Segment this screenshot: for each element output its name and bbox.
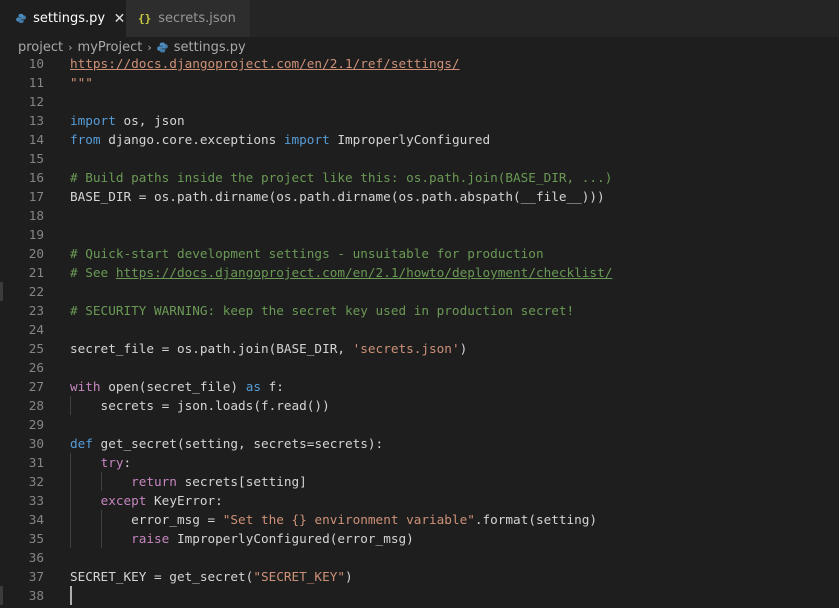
code-line[interactable]: 34 error_msg = "Set the {} environment v… bbox=[0, 510, 839, 529]
code-text: BASE_DIR = os.path.dirname(os.path.dirna… bbox=[70, 189, 605, 204]
line-number: 22 bbox=[28, 284, 44, 299]
python-icon bbox=[157, 42, 168, 52]
line-number: 31 bbox=[28, 455, 44, 470]
line-number: 29 bbox=[28, 417, 44, 432]
chevron-right-icon: › bbox=[147, 40, 152, 54]
code-text: SECRET_KEY = get_secret("SECRET_KEY") bbox=[70, 569, 353, 584]
code-line[interactable]: 29 bbox=[0, 415, 839, 434]
code-text: # Build paths inside the project like th… bbox=[70, 170, 613, 185]
code-line[interactable]: 24 bbox=[0, 320, 839, 339]
code-line[interactable]: 28 secrets = json.loads(f.read()) bbox=[0, 396, 839, 415]
code-line[interactable]: 14 from django.core.exceptions import Imp… bbox=[0, 130, 839, 149]
line-number: 35 bbox=[28, 531, 44, 546]
code-line[interactable]: 30 def get_secret(setting, secrets=secret… bbox=[0, 434, 839, 453]
line-number: 23 bbox=[28, 303, 44, 318]
close-icon[interactable]: ✕ bbox=[113, 11, 126, 27]
line-number: 20 bbox=[28, 246, 44, 261]
json-icon: {} bbox=[138, 12, 152, 25]
line-number: 15 bbox=[28, 151, 44, 166]
line-number: 38 bbox=[28, 588, 44, 603]
code-text: secrets = json.loads(f.read()) bbox=[70, 398, 330, 413]
code-text: def get_secret(setting, secrets=secrets)… bbox=[70, 436, 384, 451]
code-line[interactable]: 32 return secrets[setting] bbox=[0, 472, 839, 491]
code-line[interactable]: 27 with open(secret_file) as f: bbox=[0, 377, 839, 396]
text-cursor bbox=[70, 586, 72, 605]
line-number: 10 bbox=[28, 56, 44, 71]
indent-guide bbox=[70, 396, 71, 415]
code-line[interactable]: 16 # Build paths inside the project like … bbox=[0, 168, 839, 187]
code-line[interactable]: 37 SECRET_KEY = get_secret("SECRET_KEY") bbox=[0, 567, 839, 586]
code-text: return secrets[setting] bbox=[131, 474, 307, 489]
code-line[interactable]: 25 secret_file = os.path.join(BASE_DIR, '… bbox=[0, 339, 839, 358]
code-text: secret_file = os.path.join(BASE_DIR, 'se… bbox=[70, 341, 468, 356]
line-number: 19 bbox=[28, 227, 44, 242]
line-number: 24 bbox=[28, 322, 44, 337]
indent-guide bbox=[100, 510, 102, 548]
line-number: 14 bbox=[28, 132, 44, 147]
line-number: 30 bbox=[28, 436, 44, 451]
code-text: https://docs.djangoproject.com/en/2.1/re… bbox=[70, 56, 460, 71]
chevron-right-icon: › bbox=[68, 40, 73, 54]
line-number: 27 bbox=[28, 379, 44, 394]
code-text: try: bbox=[100, 455, 132, 470]
code-text: # SECURITY WARNING: keep the secret key … bbox=[70, 303, 575, 318]
code-line[interactable]: 19 bbox=[0, 225, 839, 244]
python-icon bbox=[16, 13, 26, 24]
line-number: 26 bbox=[28, 360, 44, 375]
code-line[interactable]: 18 bbox=[0, 206, 839, 225]
code-line[interactable]: 20 # Quick-start development settings - u… bbox=[0, 244, 839, 263]
tab-label: secrets.json bbox=[158, 11, 236, 26]
line-number: 32 bbox=[28, 474, 44, 489]
tab-label: settings.py bbox=[33, 11, 106, 26]
breadcrumb-item-project[interactable]: project bbox=[18, 40, 63, 55]
tab-settings-py[interactable]: settings.py ✕ bbox=[0, 0, 126, 37]
line-number: 28 bbox=[28, 398, 44, 413]
code-line[interactable]: 36 bbox=[0, 548, 839, 567]
indent-guide bbox=[100, 472, 102, 491]
code-line[interactable]: 21 # See https://docs.djangoproject.com/e… bbox=[0, 263, 839, 282]
code-line[interactable]: 17 BASE_DIR = os.path.dirname(os.path.dir… bbox=[0, 187, 839, 206]
code-line[interactable]: 12 bbox=[0, 92, 839, 111]
line-number: 16 bbox=[28, 170, 44, 185]
code-line[interactable]: 15 bbox=[0, 149, 839, 168]
line-number: 37 bbox=[28, 569, 44, 584]
tab-secrets-json[interactable]: {} secrets.json bbox=[126, 0, 250, 37]
line-number: 13 bbox=[28, 113, 44, 128]
code-text: except KeyError: bbox=[100, 493, 223, 508]
gutter-marker bbox=[0, 282, 3, 301]
code-text: import os, json bbox=[70, 113, 185, 128]
line-number: 11 bbox=[28, 75, 44, 90]
code-text: with open(secret_file) as f: bbox=[70, 379, 284, 394]
line-number: 34 bbox=[28, 512, 44, 527]
code-text: """ bbox=[70, 75, 93, 90]
code-text: error_msg = "Set the {} environment vari… bbox=[70, 512, 598, 527]
gutter-marker bbox=[0, 586, 3, 605]
line-number: 36 bbox=[28, 550, 44, 565]
code-line[interactable]: 13 import os, json bbox=[0, 111, 839, 130]
code-line[interactable]: 10 https://docs.djangoproject.com/en/2.1/… bbox=[0, 54, 839, 73]
code-text: from django.core.exceptions import Impro… bbox=[70, 132, 491, 147]
line-number: 17 bbox=[28, 189, 44, 204]
tab-bar: settings.py ✕ {} secrets.json bbox=[0, 0, 839, 37]
code-line[interactable]: 23 # SECURITY WARNING: keep the secret ke… bbox=[0, 301, 839, 320]
indent-guide bbox=[70, 453, 71, 548]
code-line[interactable]: 26 bbox=[0, 358, 839, 377]
line-number: 33 bbox=[28, 493, 44, 508]
code-line[interactable]: 31 try: bbox=[0, 453, 839, 472]
code-line[interactable]: 38 bbox=[0, 586, 839, 605]
line-number: 12 bbox=[28, 94, 44, 109]
code-line[interactable]: 22 bbox=[0, 282, 839, 301]
code-line[interactable]: 35 raise ImproperlyConfigured(error_msg) bbox=[0, 529, 839, 548]
code-line[interactable]: 33 except KeyError: bbox=[0, 491, 839, 510]
breadcrumb-item-settings-py[interactable]: settings.py bbox=[174, 40, 246, 55]
line-number: 25 bbox=[28, 341, 44, 356]
line-number: 21 bbox=[28, 265, 44, 280]
line-number: 18 bbox=[28, 208, 44, 223]
code-text: # Quick-start development settings - uns… bbox=[70, 246, 544, 261]
code-text: raise ImproperlyConfigured(error_msg) bbox=[131, 531, 414, 546]
breadcrumb-item-myproject[interactable]: myProject bbox=[78, 40, 143, 55]
code-text: # See https://docs.djangoproject.com/en/… bbox=[70, 265, 613, 280]
code-line[interactable]: 11 """ bbox=[0, 73, 839, 92]
